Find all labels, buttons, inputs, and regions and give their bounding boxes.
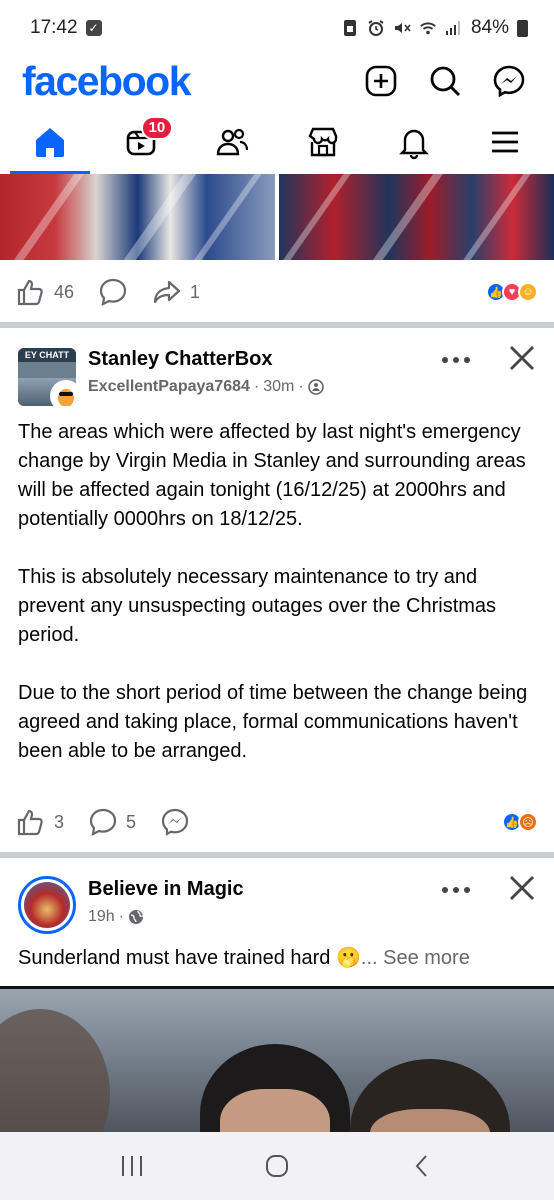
share-icon — [153, 280, 181, 304]
video-badge: 10 — [140, 116, 174, 140]
post1-image-left[interactable] — [0, 174, 275, 260]
post2-paragraph: This is absolutely necessary maintenance… — [18, 566, 497, 646]
post2-paragraph: Due to the short period of time between … — [18, 682, 528, 762]
marketplace-icon — [308, 127, 337, 157]
comment-icon — [89, 808, 117, 836]
post2-comment-button[interactable]: 5 — [88, 807, 136, 837]
tab-video[interactable]: 10 — [101, 110, 181, 174]
post1-image-right[interactable] — [279, 174, 554, 260]
tab-marketplace[interactable] — [283, 110, 363, 174]
battery-icon — [517, 19, 528, 37]
post3-text: Sunderland must have trained hard — [18, 947, 331, 969]
status-bar: 17:42 ✓ 84% — [0, 0, 554, 56]
menu-icon — [491, 131, 518, 153]
signal-icon — [445, 19, 463, 37]
post2-author[interactable]: ExcellentPapaya7684 — [88, 378, 250, 396]
create-button[interactable] — [358, 58, 404, 104]
post2-body[interactable]: The areas which were affected by last ni… — [18, 418, 536, 792]
post2-group-avatar[interactable]: EY CHATT — [18, 348, 76, 406]
post2-reactions[interactable]: 👍 ☹ — [502, 812, 538, 832]
post3-time[interactable]: 19h — [88, 908, 115, 926]
avatar-banner-text: EY CHATT — [18, 348, 76, 362]
like-icon — [17, 809, 43, 836]
post3-more-button[interactable] — [436, 878, 476, 902]
back-button[interactable] — [402, 1146, 442, 1186]
recents-icon — [122, 1156, 143, 1176]
notification-check-icon: ✓ — [85, 20, 102, 36]
post2-like-count: 3 — [54, 811, 65, 832]
see-more-link[interactable]: ... See more — [361, 947, 470, 969]
plus-icon — [365, 65, 397, 97]
post2-paragraph: The areas which were affected by last ni… — [18, 421, 526, 530]
user-avatar[interactable] — [50, 380, 76, 406]
post3-image[interactable] — [0, 986, 554, 1132]
post3-body[interactable]: Sunderland must have trained hard 🫢... S… — [18, 944, 536, 976]
post3-meta: 19h · — [88, 908, 144, 926]
like-icon — [17, 279, 43, 306]
post1-action-row: 46 1 👍 ♥ ☺ — [0, 268, 554, 316]
tab-notifications[interactable] — [374, 110, 454, 174]
alarm-icon — [367, 19, 385, 37]
tab-menu[interactable] — [465, 110, 545, 174]
bell-icon — [398, 129, 429, 160]
post-divider — [0, 322, 554, 328]
tab-friends[interactable] — [192, 110, 272, 174]
post2-more-button[interactable] — [436, 348, 476, 372]
user-avatar-icon — [58, 389, 74, 406]
post1-like-button[interactable]: 46 — [16, 277, 74, 307]
messenger-button[interactable] — [486, 58, 532, 104]
post1-image-strip[interactable] — [0, 174, 554, 260]
post2-close-button[interactable] — [506, 342, 538, 374]
nav-tabs: 10 — [0, 110, 554, 174]
home-button[interactable] — [257, 1146, 297, 1186]
post-divider — [0, 852, 554, 858]
post2-header: EY CHATT Stanley ChatterBox ExcellentPap… — [0, 340, 554, 410]
header-actions — [358, 58, 532, 104]
post1-comment-button[interactable] — [98, 277, 128, 307]
post2-comment-count: 5 — [126, 811, 137, 832]
battery-percent: 84% — [470, 17, 509, 38]
close-icon — [510, 876, 534, 900]
messenger-icon — [161, 808, 189, 836]
group-audience-icon — [307, 379, 324, 395]
status-time: 17:42 — [30, 17, 78, 38]
post1-reactions[interactable]: 👍 ♥ ☺ — [486, 282, 538, 302]
post3-page-name[interactable]: Believe in Magic — [88, 878, 244, 901]
close-icon — [510, 346, 534, 370]
friends-icon — [216, 128, 248, 156]
mute-icon — [393, 19, 411, 37]
post3-page-avatar[interactable] — [18, 876, 76, 934]
home-circle-icon — [265, 1155, 288, 1177]
android-nav-bar — [0, 1132, 554, 1200]
tab-home[interactable] — [9, 110, 90, 174]
post3-header: Believe in Magic 19h · — [0, 870, 554, 940]
facebook-logo[interactable]: facebook — [22, 58, 192, 105]
globe-icon — [129, 910, 144, 924]
post2-time[interactable]: 30m — [263, 378, 294, 396]
comment-icon — [99, 278, 127, 306]
post1-share-count: 1 — [190, 281, 201, 302]
post1-share-button[interactable]: 1 — [152, 277, 200, 307]
post2-send-button[interactable] — [160, 807, 190, 837]
post2-action-row: 3 5 👍 ☹ — [0, 798, 554, 846]
post3-emoji: 🫢 — [335, 947, 361, 969]
post3-close-button[interactable] — [506, 872, 538, 904]
sim-icon — [341, 19, 359, 37]
angry-reaction-icon: ☹ — [518, 812, 538, 832]
app-header: facebook — [0, 56, 554, 106]
post2-meta: ExcellentPapaya7684 · 30m · — [88, 378, 324, 396]
home-icon — [35, 128, 64, 157]
wifi-icon — [419, 19, 437, 37]
post2-like-button[interactable]: 3 — [16, 807, 64, 837]
post2-group-name[interactable]: Stanley ChatterBox — [88, 348, 273, 371]
back-icon — [415, 1155, 427, 1177]
post1-like-count: 46 — [54, 281, 75, 302]
search-button[interactable] — [422, 58, 468, 104]
recents-button[interactable] — [112, 1146, 152, 1186]
status-icons: 84% — [341, 17, 528, 39]
care-reaction-icon: ☺ — [518, 282, 538, 302]
messenger-icon — [493, 65, 525, 98]
search-icon — [430, 66, 461, 97]
